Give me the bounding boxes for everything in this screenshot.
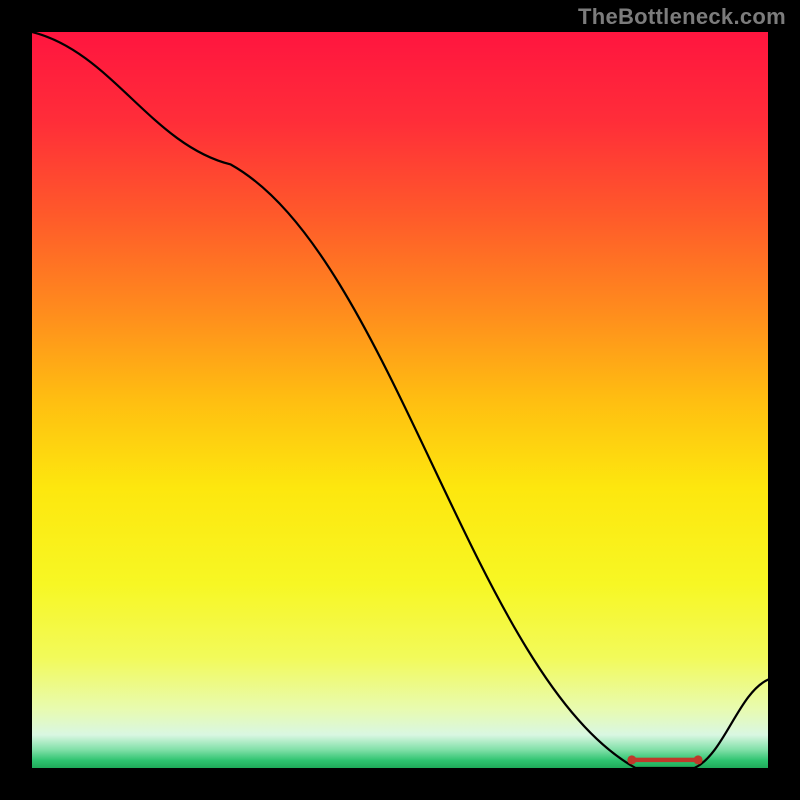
chart-frame: TheBottleneck.com bbox=[0, 0, 800, 800]
watermark-label: TheBottleneck.com bbox=[578, 4, 786, 30]
chart-svg bbox=[32, 32, 768, 768]
plot-area bbox=[32, 32, 768, 768]
chart-background bbox=[32, 32, 768, 768]
